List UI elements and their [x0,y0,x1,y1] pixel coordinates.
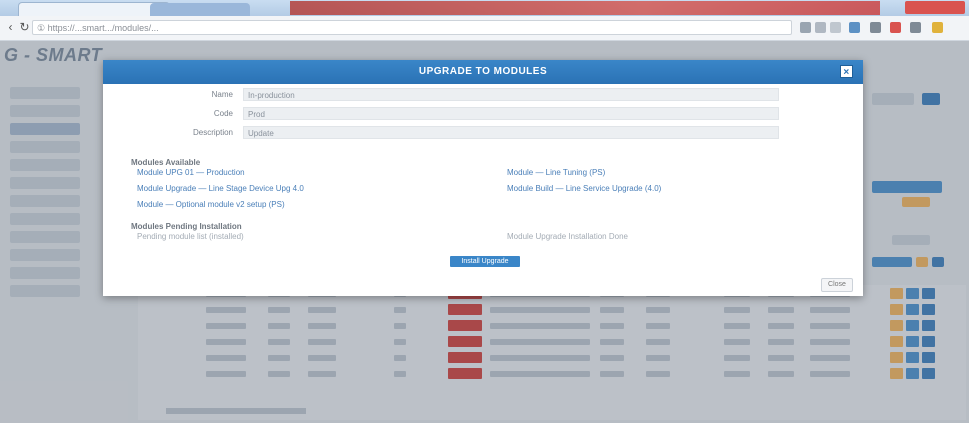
refresh-icon[interactable]: ↻ [18,21,31,34]
field-label: Code [213,109,233,118]
module-link[interactable]: Module Upgrade — Line Stage Device Upg 4… [137,184,304,193]
pen-icon[interactable] [870,22,881,33]
section-title-available: Modules Available [131,158,201,167]
module-link[interactable]: Module — Line Tuning (PS) [507,168,605,177]
bookmark-icon[interactable] [800,22,811,33]
description-field[interactable]: Update [243,126,779,139]
module-link[interactable]: Module — Optional module v2 setup (PS) [137,200,285,209]
pending-item: Pending module list (installed) [137,232,244,241]
browser-titlebar [0,0,969,17]
field-row-name: Name In-production [103,88,863,102]
back-icon[interactable]: ‹ [4,21,17,34]
share-icon[interactable] [910,22,921,33]
reading-list-icon[interactable] [815,22,826,33]
close-button[interactable]: Close [821,278,853,292]
field-row-code: Code Prod [103,107,863,121]
window-titlebar-highlight [290,1,880,15]
favorites-icon[interactable] [830,22,841,33]
browser-tab[interactable] [150,3,250,16]
browser-tab-active[interactable] [18,2,170,17]
section-title-pending: Modules Pending Installation [131,222,242,231]
browser-navbar: ‹ ↻ ① https://...smart.../modules/... [0,16,969,41]
window-controls[interactable] [905,1,965,14]
code-field[interactable]: Prod [243,107,779,120]
pending-status: Module Upgrade Installation Done [507,232,628,241]
more-icon[interactable] [932,22,943,33]
module-link[interactable]: Module Build — Line Service Upgrade (4.0… [507,184,661,193]
address-bar[interactable]: ① https://...smart.../modules/... [32,20,792,35]
modal-title: UPGRADE TO MODULES [418,66,548,77]
field-label: Name [211,90,233,99]
modal-header: UPGRADE TO MODULES × [103,60,863,84]
name-field[interactable]: In-production [243,88,779,101]
upgrade-modal: UPGRADE TO MODULES × Name In-production … [103,60,863,296]
install-upgrade-button[interactable]: Install Upgrade [450,256,520,267]
close-icon[interactable]: × [840,65,853,78]
field-row-description: Description Update [103,126,863,140]
extension-icon[interactable] [890,22,901,33]
module-link[interactable]: Module UPG 01 — Production [137,168,245,177]
hub-icon[interactable] [849,22,860,33]
field-label: Description [192,128,233,137]
